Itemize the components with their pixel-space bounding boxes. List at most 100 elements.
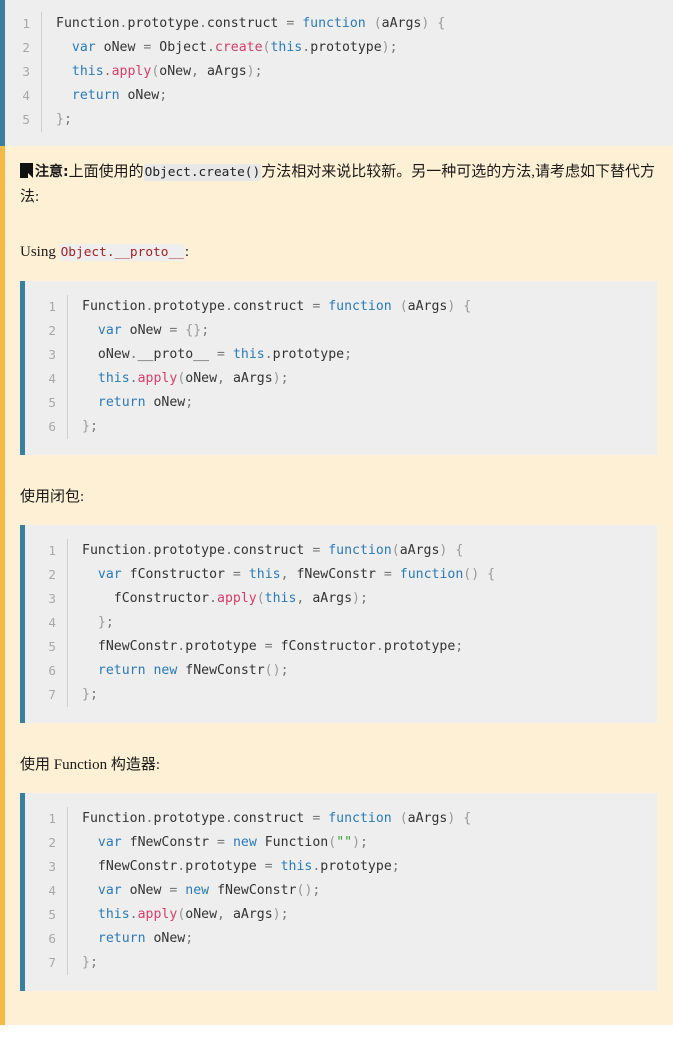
code-line-row: 2 var fConstructor = this, fNewConstr = … bbox=[25, 563, 657, 587]
code-block-proto-construct: 1 Function.prototype.construct = function… bbox=[20, 281, 657, 455]
code-line-text: Function.prototype.construct = function … bbox=[67, 295, 657, 319]
heading-prefix: Using bbox=[20, 244, 60, 260]
code-line-text: Function.prototype.construct = function … bbox=[67, 807, 657, 831]
code-line-row: 3 fNewConstr.prototype = this.prototype; bbox=[25, 855, 657, 879]
code-rows: 1 Function.prototype.construct = function… bbox=[25, 539, 657, 707]
code-line-text: fConstructor.apply(this, aArgs); bbox=[67, 587, 657, 611]
line-number: 6 bbox=[48, 931, 56, 946]
heading-text: 使用 Function 构造器: bbox=[20, 757, 161, 773]
code-line-row: 5 return oNew; bbox=[25, 391, 657, 415]
line-number: 4 bbox=[48, 883, 56, 898]
line-number: 3 bbox=[48, 591, 56, 606]
note-callout: 注意:上面使用的Object.create()方法相对来说比较新。另一种可选的方… bbox=[0, 146, 673, 1025]
code-block-object-create: 1 Function.prototype.construct = function… bbox=[0, 0, 673, 146]
line-number: 5 bbox=[48, 639, 56, 654]
line-number: 2 bbox=[48, 323, 56, 338]
code-line-row: 5}; bbox=[5, 108, 673, 132]
line-number: 6 bbox=[48, 663, 56, 678]
note-sections: Using Object.__proto__: 1 Function.prototy… bbox=[19, 240, 660, 991]
code-line-row: 1 Function.prototype.construct = function… bbox=[25, 539, 657, 563]
code-line-row: 6 return oNew; bbox=[25, 927, 657, 951]
line-number: 1 bbox=[48, 299, 56, 314]
code-line-text: var fConstructor = this, fNewConstr = fu… bbox=[67, 563, 657, 587]
line-number: 4 bbox=[22, 88, 30, 103]
heading-text: 使用闭包: bbox=[20, 489, 85, 505]
line-number: 1 bbox=[48, 543, 56, 558]
note-section-heading: 使用 Function 构造器: bbox=[20, 753, 660, 777]
article-page: 1 Function.prototype.construct = function… bbox=[0, 0, 673, 1045]
line-number: 5 bbox=[48, 395, 56, 410]
line-number: 1 bbox=[48, 811, 56, 826]
code-line-row: 4 this.apply(oNew, aArgs); bbox=[25, 367, 657, 391]
code-line-row: 3 this.apply(oNew, aArgs); bbox=[5, 60, 673, 84]
code-line-text: return oNew; bbox=[67, 391, 657, 415]
code-rows: 1 Function.prototype.construct = function… bbox=[25, 295, 657, 439]
note-text-before: 上面使用的 bbox=[68, 164, 144, 180]
code-line-text: }; bbox=[41, 108, 673, 132]
code-line-row: 4 return oNew; bbox=[5, 84, 673, 108]
line-number: 2 bbox=[48, 835, 56, 850]
code-line-text: this.apply(oNew, aArgs); bbox=[67, 903, 657, 927]
code-line-text: var oNew = Object.create(this.prototype)… bbox=[41, 36, 673, 60]
code-line-text: }; bbox=[67, 415, 657, 439]
code-line-row: 7}; bbox=[25, 951, 657, 975]
code-line-text: }; bbox=[67, 951, 657, 975]
code-rows: 1 Function.prototype.construct = function… bbox=[25, 807, 657, 975]
code-line-row: 3 fConstructor.apply(this, aArgs); bbox=[25, 587, 657, 611]
code-line-text: fNewConstr.prototype = this.prototype; bbox=[67, 855, 657, 879]
code-line-row: 1 Function.prototype.construct = function… bbox=[5, 12, 673, 36]
code-line-row: 6}; bbox=[25, 415, 657, 439]
note-bottom-spacer bbox=[19, 991, 660, 999]
code-line-row: 4 }; bbox=[25, 611, 657, 635]
code-block-function-constructor-construct: 1 Function.prototype.construct = function… bbox=[20, 793, 657, 991]
line-number: 5 bbox=[48, 907, 56, 922]
note-dogear-icon bbox=[20, 163, 33, 178]
code-line-text: this.apply(oNew, aArgs); bbox=[67, 367, 657, 391]
code-line-row: 2 var fNewConstr = new Function(""); bbox=[25, 831, 657, 855]
code-line-text: return oNew; bbox=[67, 927, 657, 951]
code-line-text: var oNew = {}; bbox=[67, 319, 657, 343]
code-line-text: Function.prototype.construct = function(… bbox=[67, 539, 657, 563]
code-line-text: this.apply(oNew, aArgs); bbox=[41, 60, 673, 84]
note-section-heading: 使用闭包: bbox=[20, 485, 660, 509]
line-number: 3 bbox=[48, 347, 56, 362]
line-number: 6 bbox=[48, 419, 56, 434]
note-paragraph: 注意:上面使用的Object.create()方法相对来说比较新。另一种可选的方… bbox=[19, 160, 660, 210]
code-line-text: var oNew = new fNewConstr(); bbox=[67, 879, 657, 903]
inline-code-object-create: Object.create() bbox=[143, 164, 262, 181]
code-rows: 1 Function.prototype.construct = function… bbox=[5, 12, 673, 132]
code-line-text: fNewConstr.prototype = fConstructor.prot… bbox=[67, 635, 657, 659]
code-line-text: oNew.__proto__ = this.prototype; bbox=[67, 343, 657, 367]
line-number: 7 bbox=[48, 687, 56, 702]
code-line-row: 7}; bbox=[25, 683, 657, 707]
code-line-text: }; bbox=[67, 611, 657, 635]
line-number: 3 bbox=[48, 859, 56, 874]
code-line-text: }; bbox=[67, 683, 657, 707]
code-line-row: 5 this.apply(oNew, aArgs); bbox=[25, 903, 657, 927]
code-block-closure-construct: 1 Function.prototype.construct = function… bbox=[20, 525, 657, 723]
line-number: 7 bbox=[48, 955, 56, 970]
code-line-row: 4 var oNew = new fNewConstr(); bbox=[25, 879, 657, 903]
code-line-row: 1 Function.prototype.construct = function… bbox=[25, 807, 657, 831]
note-section-heading: Using Object.__proto__: bbox=[20, 240, 660, 265]
inline-code-proto: Object.__proto__ bbox=[59, 244, 185, 261]
code-line-row: 5 fNewConstr.prototype = fConstructor.pr… bbox=[25, 635, 657, 659]
line-number: 2 bbox=[48, 567, 56, 582]
line-number: 3 bbox=[22, 64, 30, 79]
code-line-text: Function.prototype.construct = function … bbox=[41, 12, 673, 36]
code-line-text: return oNew; bbox=[41, 84, 673, 108]
code-line-row: 2 var oNew = {}; bbox=[25, 319, 657, 343]
line-number: 2 bbox=[22, 40, 30, 55]
heading-suffix: : bbox=[184, 244, 190, 260]
line-number: 4 bbox=[48, 371, 56, 386]
code-line-row: 3 oNew.__proto__ = this.prototype; bbox=[25, 343, 657, 367]
line-number: 1 bbox=[22, 16, 30, 31]
line-number: 4 bbox=[48, 615, 56, 630]
line-number: 5 bbox=[22, 112, 30, 127]
note-label: 注意: bbox=[35, 164, 69, 180]
code-line-row: 2 var oNew = Object.create(this.prototyp… bbox=[5, 36, 673, 60]
code-line-text: var fNewConstr = new Function(""); bbox=[67, 831, 657, 855]
code-line-row: 6 return new fNewConstr(); bbox=[25, 659, 657, 683]
code-line-row: 1 Function.prototype.construct = function… bbox=[25, 295, 657, 319]
code-line-text: return new fNewConstr(); bbox=[67, 659, 657, 683]
